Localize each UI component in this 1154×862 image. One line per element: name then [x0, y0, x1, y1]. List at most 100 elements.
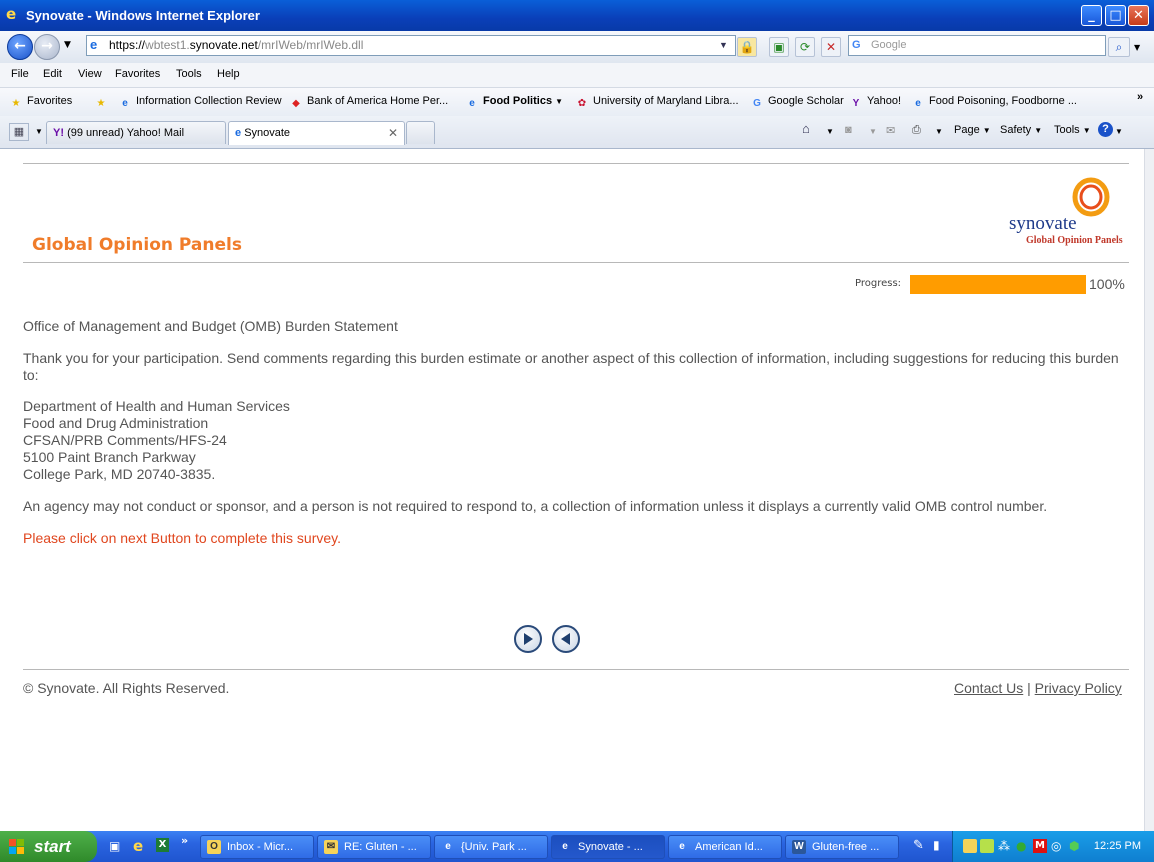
- ie-page-icon: e: [235, 127, 242, 139]
- chevron-down-icon: ▼: [555, 97, 564, 106]
- ie-page-icon: e: [445, 841, 451, 852]
- tools-menu[interactable]: Tools ▼: [1054, 124, 1091, 136]
- favorite-item[interactable]: e Food Politics ▼: [465, 95, 563, 110]
- pen-icon[interactable]: ✎: [913, 838, 924, 853]
- compatibility-view-icon[interactable]: ▣: [769, 37, 789, 57]
- ie-page-icon: e: [915, 98, 921, 109]
- tray-app-icon[interactable]: [980, 839, 994, 853]
- search-input[interactable]: G Google: [848, 35, 1106, 56]
- agency-notice: An agency may not conduct or sponsor, an…: [23, 498, 1048, 514]
- tray-shield-icon[interactable]: ⬢: [1069, 839, 1079, 853]
- window-title-bar[interactable]: e Synovate - Windows Internet Explorer _…: [0, 0, 1154, 31]
- menu-file[interactable]: File: [11, 68, 29, 80]
- menu-edit[interactable]: Edit: [43, 68, 62, 80]
- taskbar-item[interactable]: ✉ RE: Gluten - ...: [317, 835, 431, 859]
- yahoo-icon: Y: [852, 98, 860, 109]
- menu-help[interactable]: Help: [217, 68, 240, 80]
- print-icon[interactable]: ⎙: [912, 124, 921, 137]
- menu-favorites[interactable]: Favorites: [115, 68, 160, 80]
- favorite-item[interactable]: e Food Poisoning, Foodborne ...: [911, 95, 1077, 110]
- quick-tabs-icon[interactable]: ▦: [9, 123, 29, 141]
- mail-icon: ✉: [324, 840, 338, 854]
- next-button[interactable]: [514, 625, 542, 653]
- page-header-title: Global Opinion Panels: [32, 235, 242, 255]
- minimize-button[interactable]: _: [1081, 5, 1102, 26]
- favorite-item[interactable]: ✿ University of Maryland Libra...: [575, 95, 739, 110]
- tab-yahoo-mail[interactable]: Y! (99 unread) Yahoo! Mail: [46, 121, 226, 144]
- chevron-down-icon: ▼: [1034, 126, 1043, 135]
- page-menu[interactable]: Page ▼: [954, 124, 991, 136]
- back-survey-button[interactable]: [552, 625, 580, 653]
- arrow-right-icon: [524, 633, 533, 645]
- start-button[interactable]: start: [0, 831, 97, 862]
- bank-of-america-icon: ◆: [292, 98, 300, 109]
- clock: 12:25 PM: [1093, 840, 1141, 852]
- help-dropdown-icon[interactable]: ▼: [1115, 127, 1123, 136]
- tray-update-icon[interactable]: ◎: [1051, 839, 1061, 853]
- close-tab-icon[interactable]: ✕: [388, 126, 398, 140]
- taskbar-item[interactable]: e {Univ. Park ...: [434, 835, 548, 859]
- taskbar-item-active[interactable]: e Synovate - ...: [551, 835, 665, 859]
- tab-synovate[interactable]: e Synovate ✕: [228, 121, 405, 145]
- more-favorites-icon[interactable]: »: [1137, 91, 1143, 103]
- quicklaunch-more-icon[interactable]: »: [181, 834, 188, 847]
- show-desktop-icon[interactable]: ▣: [109, 839, 120, 853]
- address-bar[interactable]: e https://wbtest1.synovate.net/mrIWeb/mr…: [86, 35, 736, 56]
- progress-label: Progress:: [855, 278, 902, 289]
- close-button[interactable]: ✕: [1128, 5, 1149, 26]
- favorite-item[interactable]: e Information Collection Review: [118, 95, 281, 110]
- address-dropdown-icon[interactable]: ▼: [719, 36, 728, 55]
- home-dropdown-icon[interactable]: ▼: [826, 127, 834, 136]
- forward-button[interactable]: →: [34, 34, 60, 60]
- address-line: Food and Drug Administration: [23, 415, 209, 431]
- new-tab-button[interactable]: [406, 121, 435, 144]
- address-line: College Park, MD 20740-3835.: [23, 466, 216, 482]
- address-line: Department of Health and Human Services: [23, 398, 290, 414]
- search-icon[interactable]: ⌕: [1108, 37, 1130, 57]
- history-dropdown-icon[interactable]: ▼: [64, 40, 71, 50]
- favorites-bar: ★ Favorites ★ e Information Collection Rev…: [0, 88, 1154, 116]
- vertical-scrollbar[interactable]: [1144, 149, 1154, 831]
- tray-status-icon[interactable]: ●: [1016, 839, 1026, 853]
- favorites-button[interactable]: ★ Favorites: [9, 95, 73, 110]
- safety-menu[interactable]: Safety ▼: [1000, 124, 1042, 136]
- refresh-icon[interactable]: ⟳: [795, 37, 815, 57]
- taskbar-item[interactable]: e American Id...: [668, 835, 782, 859]
- taskbar-item[interactable]: O Inbox - Micr...: [200, 835, 314, 859]
- favorite-item[interactable]: ◆ Bank of America Home Per...: [289, 95, 448, 110]
- maximize-button[interactable]: □: [1105, 5, 1126, 26]
- tray-outlook-icon[interactable]: [963, 839, 977, 853]
- address-line: 5100 Paint Branch Parkway: [23, 449, 196, 465]
- burden-statement-title: Office of Management and Budget (OMB) Bu…: [23, 318, 398, 334]
- ie-quicklaunch-icon[interactable]: e: [133, 837, 143, 855]
- tray-network-icon[interactable]: ⁂: [998, 839, 1010, 853]
- feeds-icon[interactable]: ◙: [845, 124, 852, 136]
- top-divider: [23, 163, 1129, 164]
- menu-view[interactable]: View: [78, 68, 102, 80]
- tab-list-dropdown-icon[interactable]: ▼: [35, 127, 43, 136]
- favorite-item[interactable]: G Google Scholar: [750, 95, 844, 110]
- google-icon: G: [753, 98, 761, 109]
- taskbar-item[interactable]: W Gluten-free ...: [785, 835, 899, 859]
- lock-icon[interactable]: 🔒: [737, 37, 757, 57]
- read-mail-icon[interactable]: ✉: [886, 124, 895, 137]
- favorite-item[interactable]: Y Yahoo!: [849, 95, 901, 110]
- internet-explorer-icon: e: [6, 5, 17, 23]
- menu-tools[interactable]: Tools: [176, 68, 202, 80]
- add-favorite-button[interactable]: ★: [94, 95, 112, 110]
- outlook-icon: O: [207, 840, 221, 854]
- logo-tagline: Global Opinion Panels: [1026, 235, 1123, 246]
- help-icon[interactable]: ?: [1098, 122, 1113, 137]
- home-icon[interactable]: ⌂: [802, 121, 810, 136]
- contact-us-link[interactable]: Contact Us: [954, 680, 1023, 696]
- toolbar-icon[interactable]: ▮: [933, 838, 940, 852]
- feeds-dropdown-icon[interactable]: ▼: [869, 127, 877, 136]
- ie-page-icon: e: [679, 841, 685, 852]
- privacy-policy-link[interactable]: Privacy Policy: [1035, 680, 1122, 696]
- stop-icon[interactable]: ✕: [821, 37, 841, 57]
- back-button[interactable]: ←: [7, 34, 33, 60]
- excel-icon[interactable]: X: [156, 838, 169, 852]
- tray-mcafee-icon[interactable]: M: [1033, 839, 1047, 853]
- search-options-icon[interactable]: ▼: [1134, 43, 1140, 52]
- print-dropdown-icon[interactable]: ▼: [935, 127, 943, 136]
